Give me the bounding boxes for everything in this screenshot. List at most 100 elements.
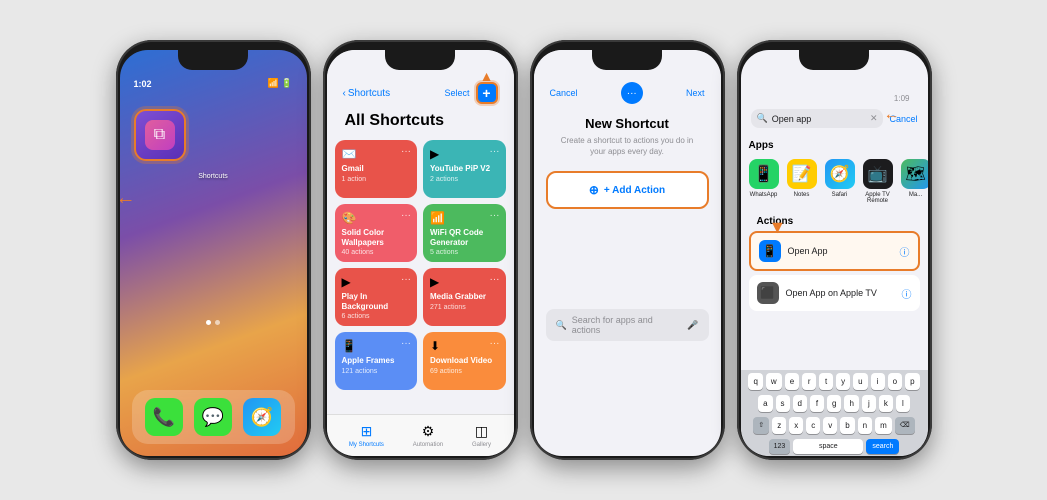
add-action-button[interactable]: ⊕ + Add Action: [546, 171, 709, 209]
select-button[interactable]: Select: [444, 88, 469, 98]
shortcuts-app-label: Shortcuts: [120, 173, 307, 180]
keyboard: q w e r t y u i o p a s d: [741, 370, 928, 456]
dock-safari-icon[interactable]: 🧭: [243, 398, 281, 436]
tab-automation[interactable]: ⚙ Automation: [413, 423, 443, 448]
nav-actions: Select + ▲: [444, 82, 497, 104]
arrow-left-indicator: ←: [120, 187, 136, 210]
tab-gallery[interactable]: ◫ Gallery: [472, 423, 491, 448]
key-u[interactable]: u: [853, 373, 867, 390]
key-g[interactable]: g: [827, 395, 841, 412]
phone3: Cancel ··· Next New Shortcut Create a sh…: [530, 40, 725, 460]
key-shift[interactable]: ⇧: [753, 417, 769, 434]
key-h[interactable]: h: [844, 395, 858, 412]
cancel-button[interactable]: Cancel: [550, 88, 578, 98]
key-delete[interactable]: ⌫: [895, 417, 915, 434]
back-button[interactable]: ‹ Shortcuts: [343, 88, 391, 99]
key-k[interactable]: k: [879, 395, 893, 412]
app-notes[interactable]: 📝 Notes: [787, 159, 817, 204]
key-123[interactable]: 123: [769, 439, 791, 454]
key-f[interactable]: f: [810, 395, 824, 412]
plus-arrow-indicator: ▲: [480, 68, 494, 84]
key-l[interactable]: l: [896, 395, 910, 412]
key-x[interactable]: x: [789, 417, 803, 434]
dock: 📞 💬 🧭: [132, 390, 295, 444]
all-shortcuts-title: All Shortcuts: [337, 108, 504, 136]
key-i[interactable]: i: [871, 373, 885, 390]
key-r[interactable]: r: [802, 373, 816, 390]
action-open-app[interactable]: ▼ 📱 Open App ⓘ: [749, 231, 920, 271]
appletv-icon: 📺: [863, 159, 893, 189]
arrow-down-indicator: ▼: [769, 217, 787, 238]
add-action-icon: ⊕: [589, 183, 599, 197]
shortcut-play-background[interactable]: ··· ▶ Play In Background 6 actions: [335, 268, 418, 326]
app-safari[interactable]: 🧭 Safari: [825, 159, 855, 204]
key-w[interactable]: w: [766, 373, 782, 390]
search-icon-p4: 🔍: [757, 113, 768, 124]
key-y[interactable]: y: [836, 373, 850, 390]
key-t[interactable]: t: [819, 373, 833, 390]
tab-my-shortcuts[interactable]: ⊞ My Shortcuts: [349, 423, 384, 448]
key-b[interactable]: b: [840, 417, 854, 434]
key-z[interactable]: z: [772, 417, 786, 434]
action-open-app-tv[interactable]: ⬛ Open App on Apple TV ⓘ: [749, 275, 920, 311]
arrow-right-indicator: ←: [884, 106, 900, 124]
dot-2: [215, 320, 220, 325]
notes-icon: 📝: [787, 159, 817, 189]
mic-icon: 🎤: [687, 320, 698, 331]
shortcut-wallpapers[interactable]: ··· 🎨 Solid Color Wallpapers 40 actions: [335, 204, 418, 262]
shortcuts-app-icon[interactable]: ⧉: [134, 109, 186, 161]
key-e[interactable]: e: [785, 373, 799, 390]
shortcut-apple-frames[interactable]: ··· 📱 Apple Frames 121 actions: [335, 332, 418, 390]
phone1-indicators: 📶 🔋: [268, 78, 293, 89]
key-n[interactable]: n: [858, 417, 872, 434]
safari-icon: 🧭: [825, 159, 855, 189]
key-p[interactable]: p: [905, 373, 919, 390]
search-value: Open app: [772, 114, 812, 124]
key-o[interactable]: o: [888, 373, 902, 390]
key-v[interactable]: v: [823, 417, 837, 434]
phone1-wrapper: 1:02 📶 🔋 ⧉ ← Shortcuts: [116, 40, 311, 460]
key-s[interactable]: s: [776, 395, 790, 412]
phone3-nav: Cancel ··· Next: [544, 78, 711, 108]
shortcut-gmail[interactable]: ··· ✉️ Gmail 1 action: [335, 140, 418, 198]
phone4-wrapper: 1:09 🔍 Open app ✕ Cancel ← Apps: [737, 40, 932, 460]
new-shortcut-subtitle: Create a shortcut to actions you do in y…: [534, 135, 721, 167]
key-d[interactable]: d: [793, 395, 807, 412]
app-whatsapp[interactable]: 📱 WhatsApp: [749, 159, 779, 204]
search-input-bar[interactable]: 🔍 Open app ✕: [751, 109, 884, 128]
key-a[interactable]: a: [758, 395, 772, 412]
app-appletv[interactable]: 📺 Apple TV Remote: [863, 159, 893, 204]
key-space[interactable]: space: [793, 439, 863, 454]
shortcuts-grid: ··· ✉️ Gmail 1 action ··· ▶ YouTube PiP …: [327, 140, 514, 390]
phones-container: 1:02 📶 🔋 ⧉ ← Shortcuts: [106, 30, 942, 470]
phone3-notch: [592, 50, 662, 70]
clear-button[interactable]: ✕: [870, 113, 878, 124]
key-c[interactable]: c: [806, 417, 820, 434]
more-options-button[interactable]: ···: [621, 82, 643, 104]
key-q[interactable]: q: [748, 373, 762, 390]
next-button[interactable]: Next: [686, 88, 705, 98]
shortcut-media-grabber[interactable]: ··· ▶ Media Grabber 271 actions: [423, 268, 506, 326]
dock-phone-icon[interactable]: 📞: [145, 398, 183, 436]
key-j[interactable]: j: [862, 395, 876, 412]
apps-row: 📱 WhatsApp 📝 Notes 🧭 Safari 📺 Apple TV R…: [741, 155, 928, 212]
phone1: 1:02 📶 🔋 ⧉ ← Shortcuts: [116, 40, 311, 460]
dot-1: [206, 320, 211, 325]
search-bar[interactable]: 🔍 Search for apps and actions 🎤: [546, 309, 709, 341]
actions-section: Actions ▼ 📱 Open App ⓘ ⬛ Open App on App…: [741, 212, 928, 311]
maps-icon: 🗺: [901, 159, 928, 189]
phone4-notch: [799, 50, 869, 70]
shortcut-download-video[interactable]: ··· ⬇ Download Video 69 actions: [423, 332, 506, 390]
phone4-time: 1:09: [894, 94, 910, 103]
phone1-time: 1:02: [134, 79, 152, 89]
dock-messages-icon[interactable]: 💬: [194, 398, 232, 436]
app-maps[interactable]: 🗺 Ma...: [901, 159, 928, 204]
key-search[interactable]: search: [866, 439, 899, 454]
open-app-tv-icon: ⬛: [757, 282, 779, 304]
plus-button[interactable]: + ▲: [476, 82, 498, 104]
shortcut-youtube[interactable]: ··· ▶ YouTube PiP V2 2 actions: [423, 140, 506, 198]
key-m[interactable]: m: [875, 417, 892, 434]
shortcut-wifi[interactable]: ··· 📶 WiFi QR Code Generator 5 actions: [423, 204, 506, 262]
shortcuts-icon: ⧉: [145, 120, 175, 150]
open-app-icon: 📱: [759, 240, 781, 262]
